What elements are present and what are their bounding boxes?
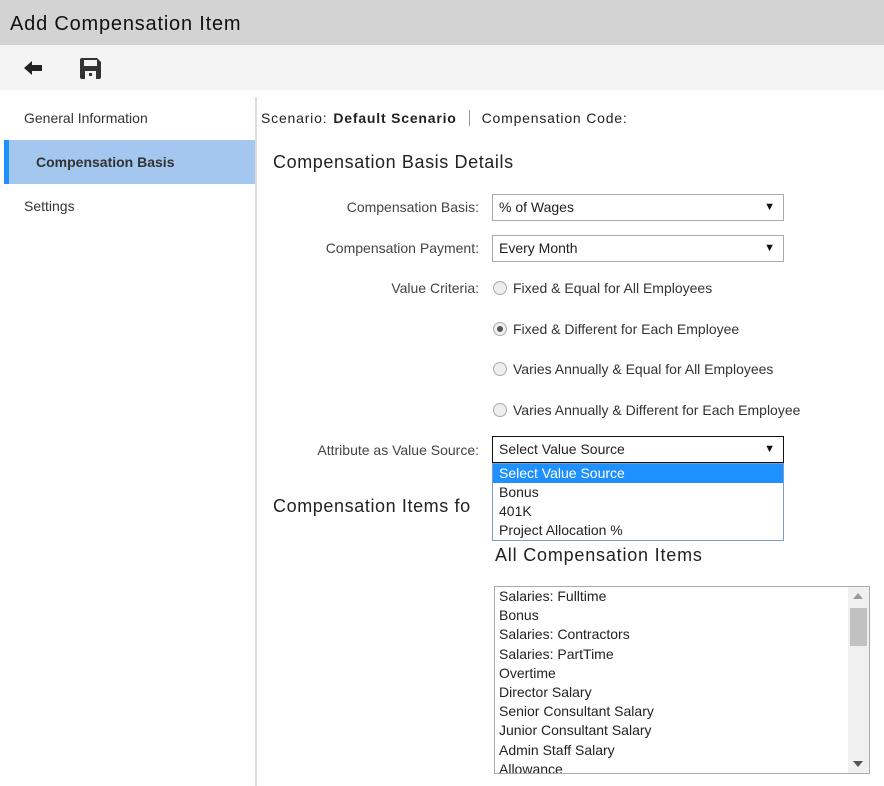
dropdown-option[interactable]: Select Value Source bbox=[493, 464, 783, 483]
list-item[interactable]: Senior Consultant Salary bbox=[495, 702, 869, 721]
radio-checked-icon[interactable] bbox=[493, 322, 507, 336]
radio-label: Varies Annually & Different for Each Emp… bbox=[513, 402, 801, 418]
window-title: Add Compensation Item bbox=[10, 13, 242, 35]
radio-icon[interactable] bbox=[493, 281, 507, 295]
compensation-items-title: Compensation Items fo bbox=[273, 496, 471, 516]
radio-fixed-different[interactable]: Fixed & Different for Each Employee bbox=[493, 321, 739, 337]
sidebar-item-general-information[interactable]: General Information bbox=[0, 96, 255, 140]
arrow-left-icon[interactable] bbox=[24, 61, 42, 75]
sidebar-item-settings[interactable]: Settings bbox=[0, 184, 255, 228]
list-item[interactable]: Admin Staff Salary bbox=[495, 741, 869, 760]
toolbar bbox=[0, 45, 884, 90]
caret-down-icon: ▼ bbox=[764, 201, 775, 213]
compensation-basis-label: Compensation Basis: bbox=[346, 199, 479, 215]
value-criteria-label: Value Criteria: bbox=[391, 280, 479, 296]
scrollbar[interactable] bbox=[848, 587, 869, 773]
radio-fixed-equal[interactable]: Fixed & Equal for All Employees bbox=[493, 280, 712, 296]
caret-down-icon: ▼ bbox=[764, 242, 775, 254]
value-source-select[interactable]: Select Value Source ▼ bbox=[492, 436, 784, 463]
section-title: Compensation Basis Details bbox=[273, 152, 514, 172]
selected-value: % of Wages bbox=[499, 199, 574, 215]
compensation-payment-label: Compensation Payment: bbox=[325, 240, 479, 256]
radio-label: Fixed & Different for Each Employee bbox=[513, 321, 740, 337]
selected-value: Every Month bbox=[499, 240, 578, 256]
radio-varies-different[interactable]: Varies Annually & Different for Each Emp… bbox=[493, 402, 800, 418]
radio-varies-equal[interactable]: Varies Annually & Equal for All Employee… bbox=[493, 361, 773, 377]
compensation-code-label: Compensation Code: bbox=[481, 110, 628, 126]
caret-down-icon: ▼ bbox=[764, 443, 775, 455]
divider bbox=[255, 97, 257, 786]
value-source-label: Attribute as Value Source: bbox=[317, 442, 479, 458]
selected-value: Select Value Source bbox=[499, 441, 625, 457]
floppy-disk-icon[interactable] bbox=[80, 58, 101, 79]
list-item[interactable]: Salaries: Fulltime bbox=[495, 587, 869, 606]
list-item[interactable]: Salaries: PartTime bbox=[495, 645, 869, 664]
compensation-basis-select[interactable]: % of Wages ▼ bbox=[492, 194, 784, 221]
dropdown-option[interactable]: 401K bbox=[493, 502, 783, 521]
list-item[interactable]: Salaries: Contractors bbox=[495, 625, 869, 644]
all-items-title: All Compensation Items bbox=[495, 545, 703, 565]
sidebar-item-compensation-basis[interactable]: Compensation Basis bbox=[4, 140, 255, 184]
scroll-down-icon[interactable] bbox=[853, 761, 863, 767]
list-item[interactable]: Allowance bbox=[495, 760, 869, 773]
compensation-payment-select[interactable]: Every Month ▼ bbox=[492, 235, 784, 262]
list-item[interactable]: Director Salary bbox=[495, 683, 869, 702]
list-item[interactable]: Bonus bbox=[495, 606, 869, 625]
list-item[interactable]: Overtime bbox=[495, 664, 869, 683]
scrollbar-thumb[interactable] bbox=[850, 608, 867, 646]
radio-icon[interactable] bbox=[493, 362, 507, 376]
dropdown-option[interactable]: Project Allocation % bbox=[493, 521, 783, 540]
dropdown-option[interactable]: Bonus bbox=[493, 483, 783, 502]
all-items-listbox[interactable]: Salaries: Fulltime Bonus Salaries: Contr… bbox=[494, 586, 870, 774]
scenario-bar: Scenario: Default Scenario Compensation … bbox=[261, 110, 628, 126]
radio-label: Fixed & Equal for All Employees bbox=[513, 280, 713, 296]
radio-label: Varies Annually & Equal for All Employee… bbox=[513, 361, 774, 377]
scenario-value: Default Scenario bbox=[333, 110, 457, 126]
scenario-label: Scenario: bbox=[261, 110, 328, 126]
list-item[interactable]: Junior Consultant Salary bbox=[495, 721, 869, 740]
radio-icon[interactable] bbox=[493, 403, 507, 417]
value-source-dropdown: Select Value Source Bonus 401K Project A… bbox=[492, 463, 784, 541]
scroll-up-icon[interactable] bbox=[853, 593, 863, 599]
title-bar: Add Compensation Item bbox=[0, 0, 884, 45]
